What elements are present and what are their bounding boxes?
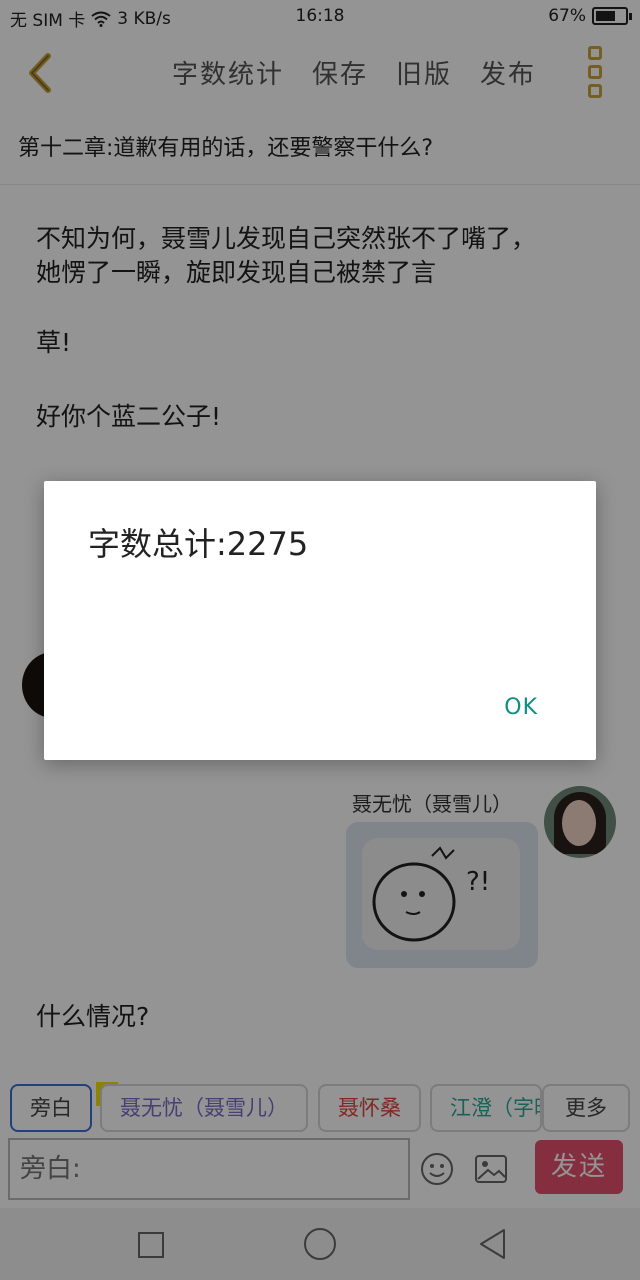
word-count-dialog: 字数总计:2275 OK (44, 481, 596, 760)
dialog-message: 字数总计:2275 (88, 525, 309, 563)
ok-button[interactable]: OK (504, 695, 538, 720)
